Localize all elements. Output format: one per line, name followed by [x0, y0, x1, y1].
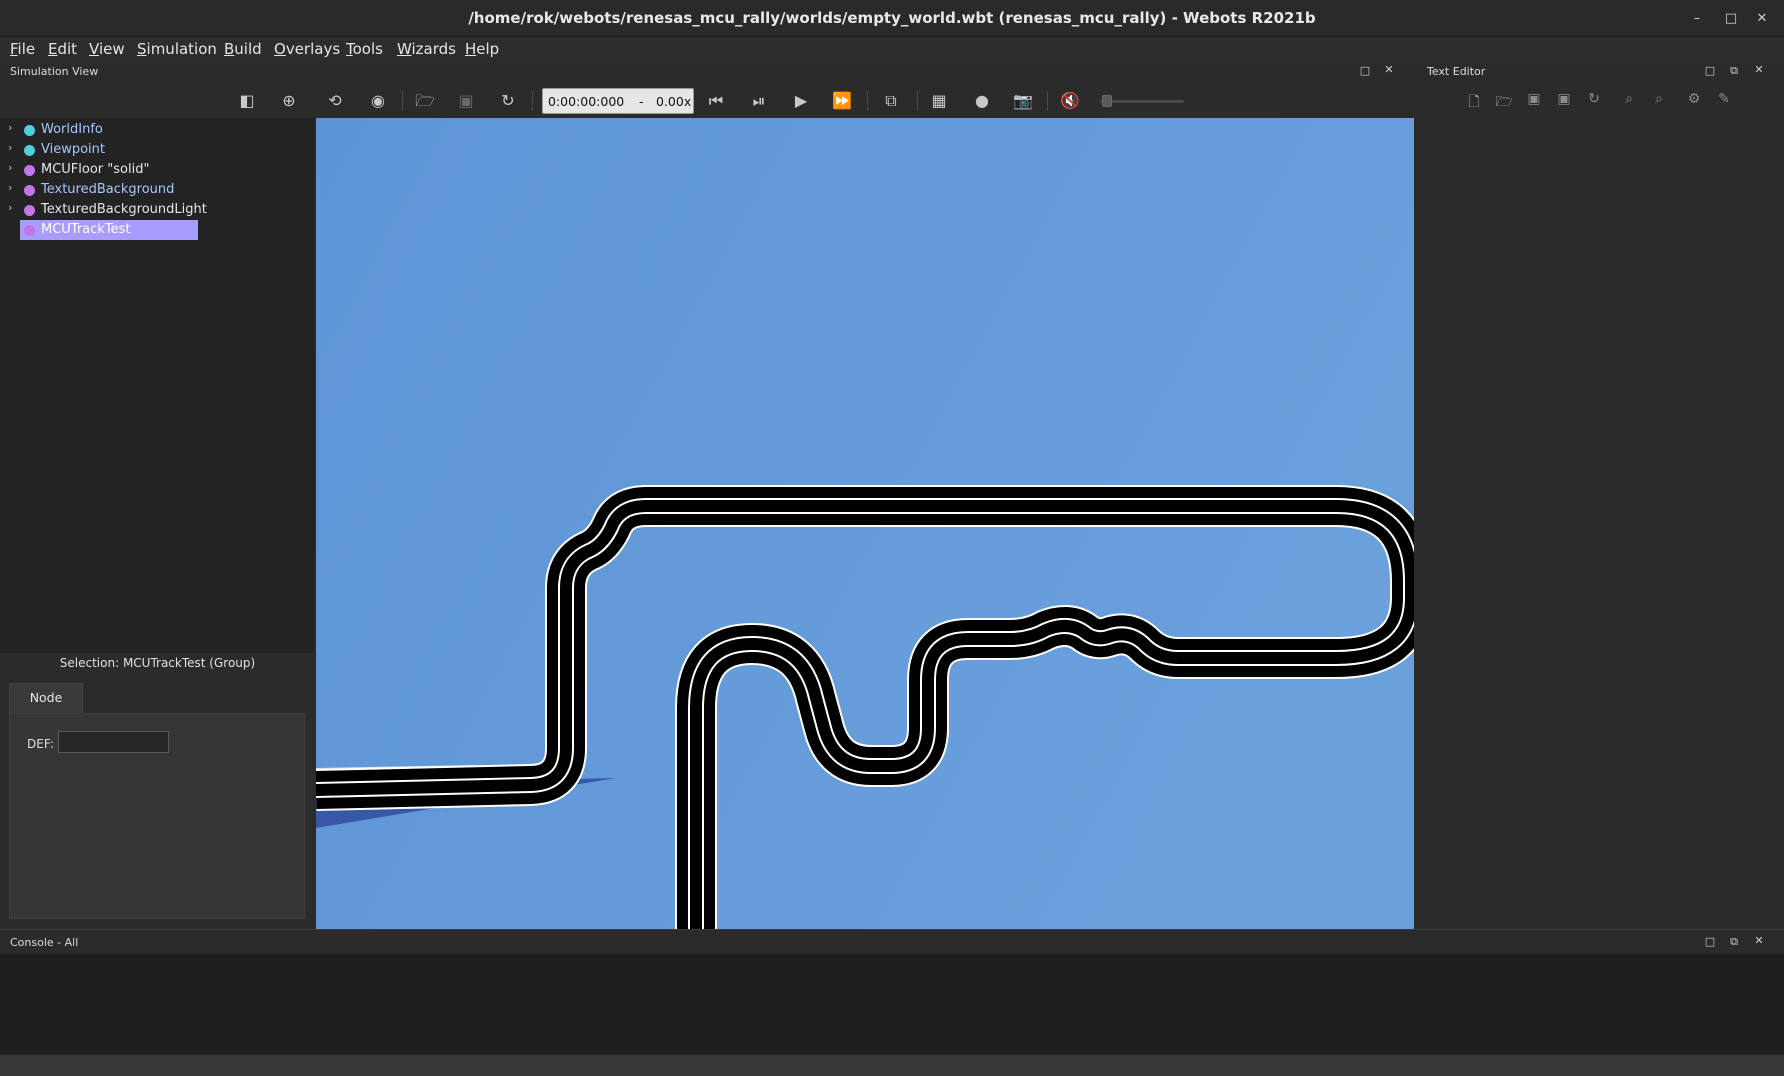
selection-label: Selection: MCUTrackTest (Group) — [59, 656, 256, 670]
def-label: DEF: — [27, 737, 54, 751]
expand-arrow-icon[interactable]: › — [8, 161, 18, 174]
scene-tree-item[interactable]: › WorldInfo — [0, 120, 315, 140]
expand-arrow-icon[interactable]: › — [8, 141, 18, 154]
node-type-icon — [24, 185, 35, 196]
float-dock-icon[interactable]: □ — [1702, 64, 1718, 77]
tab-node[interactable]: Node — [9, 683, 83, 713]
undock-icon[interactable]: ⧉ — [1726, 935, 1742, 949]
text-editor-title: Text Editor — [1427, 65, 1486, 78]
simulation-speed: 0.00x — [656, 94, 692, 109]
toggle-scene-tree-icon[interactable]: ◧ — [232, 84, 262, 118]
menu-build[interactable]: Build — [224, 40, 262, 58]
save-world-icon[interactable]: ▣ — [451, 84, 481, 118]
3d-viewport[interactable] — [316, 118, 1414, 929]
reset-simulation-icon[interactable]: ⏮ — [701, 84, 731, 118]
screenshot-camera-icon[interactable]: 📷 — [1008, 84, 1038, 118]
toolbar-separator — [402, 91, 403, 111]
close-dock-icon[interactable]: ✕ — [1381, 63, 1397, 76]
node-type-icon — [24, 225, 35, 236]
view-eye-icon[interactable]: ◉ — [363, 84, 393, 118]
toolbar-separator — [917, 91, 918, 111]
node-type-icon — [24, 165, 35, 176]
rendering-cube-icon[interactable]: ⧉ — [876, 84, 906, 118]
save-as-icon[interactable]: ▣ — [1549, 91, 1579, 115]
scene-tree-item-label: WorldInfo — [41, 122, 103, 137]
movie-film-icon[interactable]: ▦ — [924, 84, 954, 118]
add-node-icon[interactable]: ⊕ — [274, 84, 304, 118]
clean-icon[interactable]: ✎ — [1709, 91, 1739, 115]
simulation-time: 0:00:00:000 — [548, 94, 625, 109]
mute-sound-icon[interactable]: 🔇 — [1055, 84, 1085, 118]
track-render — [316, 118, 1414, 929]
close-dock-icon[interactable]: ✕ — [1751, 934, 1767, 947]
console-header — [0, 930, 1784, 954]
record-icon[interactable]: ● — [967, 84, 997, 118]
step-icon[interactable]: ⏯ — [744, 84, 774, 118]
open-world-icon[interactable]: 🗁 — [410, 84, 440, 118]
open-file-icon[interactable]: 🗁 — [1489, 91, 1519, 115]
expand-arrow-icon[interactable]: › — [8, 121, 18, 134]
undock-icon[interactable]: ⧉ — [1726, 64, 1742, 78]
console-panel: Console - All □ ⧉ ✕ — [0, 929, 1784, 1056]
expand-arrow-icon[interactable]: › — [8, 181, 18, 194]
node-type-icon — [24, 145, 35, 156]
volume-slider-track[interactable] — [1100, 100, 1184, 103]
toolbar-separator — [1047, 91, 1048, 111]
menu-view[interactable]: View — [89, 40, 125, 58]
maximize-button[interactable]: □ — [1720, 8, 1742, 30]
restore-viewpoint-icon[interactable]: ⟲ — [320, 84, 350, 118]
toolbar-separator — [867, 91, 868, 111]
build-gear-icon[interactable]: ⚙ — [1679, 91, 1709, 115]
minimize-button[interactable]: – — [1686, 8, 1708, 30]
menu-edit[interactable]: Edit — [48, 40, 77, 58]
run-icon[interactable]: ▶ — [786, 84, 816, 118]
node-tab-content: DEF: — [9, 713, 305, 919]
reload-world-icon[interactable]: ↻ — [493, 84, 523, 118]
toolbar-separator — [532, 91, 533, 111]
scene-tree-item[interactable]: › TexturedBackgroundLight — [0, 200, 315, 220]
console-output[interactable] — [0, 954, 1784, 1056]
close-dock-icon[interactable]: ✕ — [1751, 63, 1767, 76]
node-type-icon — [24, 205, 35, 216]
scene-tree-item-label: Viewpoint — [41, 142, 106, 157]
expand-arrow-icon[interactable]: › — [8, 201, 18, 214]
menu-overlays[interactable]: Overlays — [274, 40, 340, 58]
simulation-time-display: 0:00:00:000 - 0.00x — [542, 88, 694, 114]
save-file-icon[interactable]: ▣ — [1519, 91, 1549, 115]
float-dock-icon[interactable]: □ — [1357, 64, 1373, 77]
menu-help[interactable]: Help — [465, 40, 499, 58]
status-bar — [0, 1055, 1784, 1076]
float-dock-icon[interactable]: □ — [1702, 935, 1718, 948]
scene-tree: › WorldInfo › Viewpoint › MCUFloor "solid" › Te… — [0, 118, 315, 653]
node-type-icon — [24, 125, 35, 136]
scene-tree-item[interactable]: › Viewpoint — [0, 140, 315, 160]
window-title: /home/rok/webots/renesas_mcu_rally/world… — [468, 9, 1316, 27]
scene-tree-item-label: TexturedBackground — [41, 182, 175, 197]
scene-tree-item[interactable]: › MCUFloor "solid" — [0, 160, 315, 180]
menu-file[interactable]: File — [10, 40, 35, 58]
simulation-toolbar: ◧ ⊕ ⟲ ◉ 🗁 ▣ ↻ ⏮ ⏯ ▶ ⏩ ⧉ ▦ ● 📷 🔇 — [0, 84, 1414, 118]
find-icon[interactable]: ⌕ — [1614, 91, 1644, 115]
menu-bar: File Edit View Simulation Build Overlays… — [0, 37, 1784, 61]
scene-tree-item-label: MCUFloor "solid" — [41, 162, 150, 177]
new-file-icon[interactable]: 🗋 — [1459, 91, 1489, 115]
text-editor-panel: Text Editor □ ⧉ ✕ 🗋 🗁 ▣ ▣ ↻ ⌕ ⌕ ⚙ ✎ — [1414, 61, 1784, 929]
time-separator: - — [639, 94, 644, 109]
menu-wizards[interactable]: Wizards — [397, 40, 456, 58]
revert-icon[interactable]: ↻ — [1579, 91, 1609, 115]
close-window-button[interactable]: ✕ — [1751, 8, 1773, 30]
replace-icon[interactable]: ⌕ — [1644, 91, 1674, 115]
scene-tree-item[interactable]: MCUTrackTest — [0, 220, 315, 240]
scene-tree-item[interactable]: › TexturedBackground — [0, 180, 315, 200]
volume-slider-handle[interactable] — [1102, 95, 1112, 107]
menu-tools[interactable]: Tools — [346, 40, 383, 58]
simulation-view-title: Simulation View — [10, 65, 99, 78]
field-editor-panel: Selection: MCUTrackTest (Group) Node DEF… — [0, 653, 315, 929]
console-title: Console - All — [10, 936, 79, 949]
fast-forward-icon[interactable]: ⏩ — [827, 84, 857, 118]
def-input[interactable] — [58, 731, 169, 753]
menu-simulation[interactable]: Simulation — [137, 40, 217, 58]
scene-tree-item-label: MCUTrackTest — [41, 222, 131, 237]
scene-tree-item-label: TexturedBackgroundLight — [41, 202, 207, 217]
